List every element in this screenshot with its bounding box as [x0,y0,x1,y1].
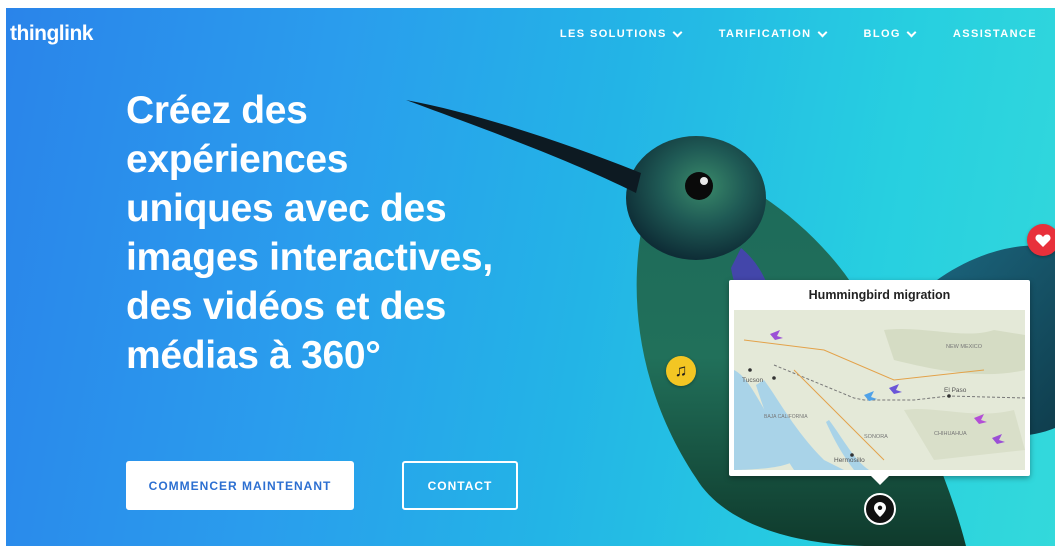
map-label: BAJA CALIFORNIA [764,414,808,420]
headline-line: des vidéos et des [126,285,447,328]
migration-map[interactable]: Tucson El Paso Hermosillo NEW MEXICO SON… [734,310,1025,470]
nav-assistance[interactable]: ASSISTANCE [953,28,1037,40]
thinglink-logo[interactable]: thinglink [10,22,94,46]
map-popup-card[interactable]: Hummingbird migration Tucson El Paso Her… [729,280,1030,485]
map-title: Hummingbird migration [808,288,951,302]
chevron-down-icon [906,27,917,37]
start-now-button[interactable]: COMMENCER MAINTENANT [126,461,354,510]
eye-shape [685,172,713,200]
music-note-icon: ♫ [674,361,688,380]
headline-line: Créez des [126,89,308,132]
map-label: Hermosillo [834,457,865,464]
nav-tarification-label: TARIFICATION [718,28,812,40]
chevron-down-icon [672,27,683,37]
headline-line: médias à 360° [126,334,381,377]
map-label: CHIHUAHUA [934,431,967,437]
location-pin-icon [874,501,886,517]
map-label: SONORA [864,434,888,440]
map-label: Tucson [742,377,763,384]
map-graphic: Tucson El Paso Hermosillo NEW MEXICO SON… [734,310,1025,470]
nav-assistance-label: ASSISTANCE [952,28,1037,40]
headline-line: uniques avec des [126,187,447,230]
heart-hotspot[interactable] [1027,224,1055,256]
heart-icon [1035,234,1051,247]
nav-blog-label: BLOG [863,28,901,40]
map-label: El Paso [944,387,967,394]
eye-highlight [700,177,708,185]
contact-button[interactable]: CONTACT [402,461,518,510]
map-label: NEW MEXICO [946,344,983,350]
hero-headline: Créez des expériences uniques avec des i… [126,86,686,380]
headline-line: expériences [126,138,349,181]
nav-les-solutions-label: LES SOLUTIONS [559,28,667,40]
nav-tarification[interactable]: TARIFICATION [718,27,827,40]
hero-section: thinglink LES SOLUTIONS TARIFICATION BLO… [6,8,1055,546]
nav-les-solutions[interactable]: LES SOLUTIONS [559,27,683,40]
headline-line: images interactives, [126,236,493,279]
music-hotspot[interactable]: ♫ [666,356,696,386]
location-hotspot[interactable] [864,493,896,525]
main-nav: LES SOLUTIONS TARIFICATION BLOG ASSISTAN… [559,27,1037,40]
chevron-down-icon [817,27,827,37]
nav-blog[interactable]: BLOG [863,27,917,40]
